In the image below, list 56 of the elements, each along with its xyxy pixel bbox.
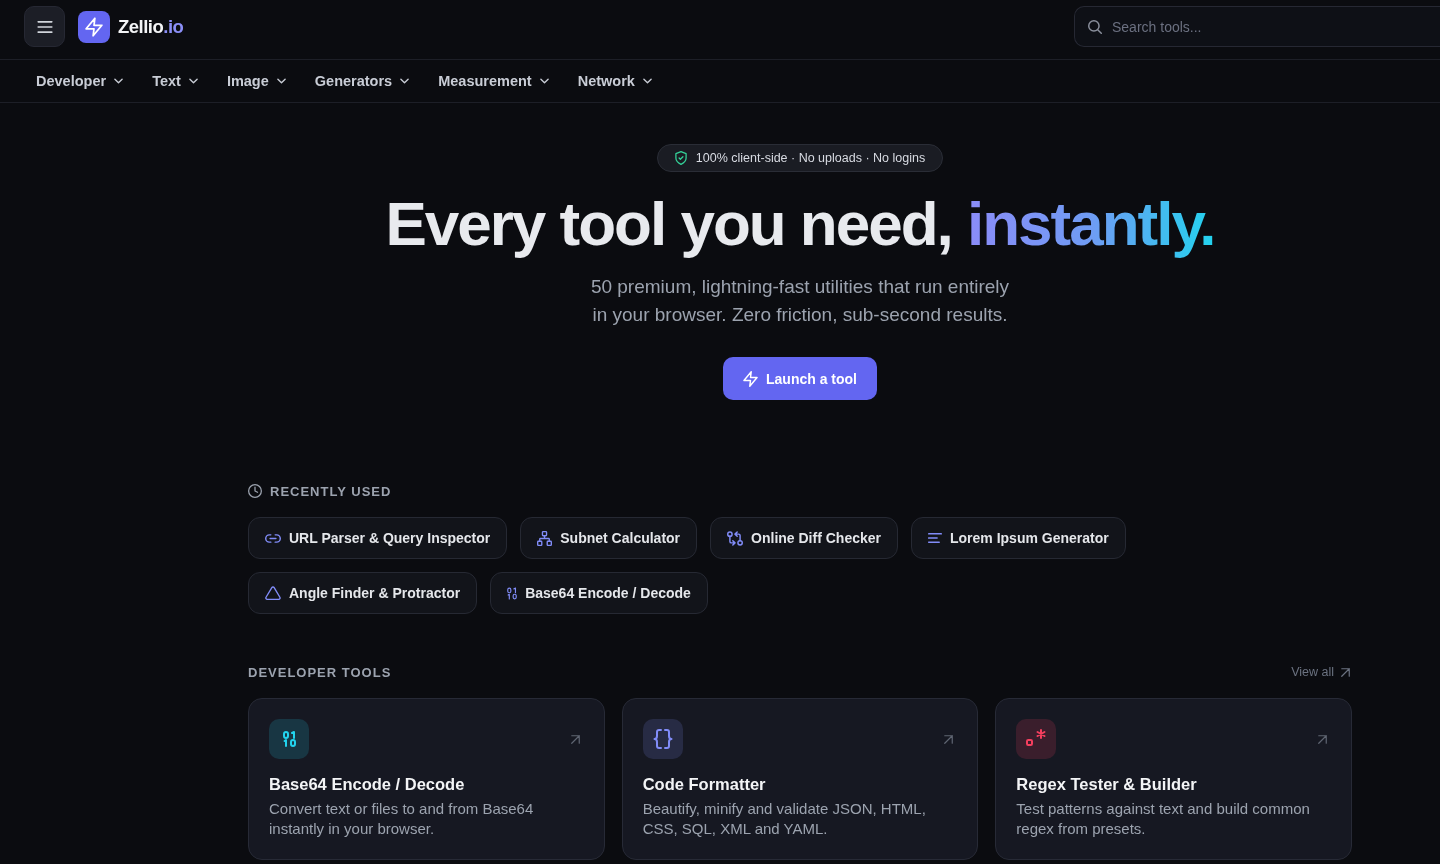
brand-name[interactable]: Zellio.io <box>118 15 184 38</box>
shield-check-icon <box>674 151 687 165</box>
lightning-icon <box>743 370 758 387</box>
nav-dropdown[interactable]: Text <box>140 65 210 97</box>
card-description: Convert text or files to and from Base64 instantly in your browser. <box>269 799 535 839</box>
search-icon <box>1088 20 1102 34</box>
nav-dropdown[interactable]: Network <box>565 65 664 97</box>
card-description: Test patterns against text and build common regex from presets. <box>1016 799 1311 839</box>
triangle-icon <box>265 586 281 600</box>
menu-button[interactable] <box>24 6 65 47</box>
chevron-down-icon <box>114 78 124 84</box>
nav-dropdown[interactable]: Image <box>214 65 298 97</box>
arrow-up-right-icon <box>570 734 580 744</box>
card-title: Base64 Encode / Decode <box>269 774 466 795</box>
regex-icon <box>1016 719 1057 759</box>
link-icon <box>265 533 281 543</box>
nav-dropdown[interactable]: Developer <box>24 65 136 97</box>
search-field[interactable]: Search tools... <box>1074 6 1440 47</box>
sitemap-icon <box>537 530 553 546</box>
recent-tool-chip[interactable]: Online Diff Checker <box>710 517 898 559</box>
view-all-link[interactable]: View all <box>1291 665 1350 679</box>
recent-tool-chip[interactable]: Lorem Ipsum Generator <box>911 517 1126 559</box>
logo-icon[interactable] <box>78 10 110 43</box>
chevron-down-icon <box>539 78 549 84</box>
chevron-down-icon <box>400 78 410 84</box>
nav-dropdown[interactable]: Measurement <box>426 65 561 97</box>
chevron-down-icon <box>642 78 652 84</box>
section-heading: DEVELOPER TOOLS <box>248 664 392 680</box>
nav-dropdown[interactable]: Generators <box>302 65 422 97</box>
text-lines-icon <box>928 533 942 543</box>
braces-icon <box>642 719 683 759</box>
recent-tool-chip[interactable]: URL Parser & Query Inspector <box>248 517 508 559</box>
section-heading: RECENTLY USED <box>270 483 392 499</box>
arrow-up-right-icon <box>1341 667 1350 677</box>
binary-icon <box>507 586 518 600</box>
clock-icon <box>248 484 262 498</box>
hero-headline: Every tool you need, instantly. <box>385 190 1215 258</box>
recent-tool-chip[interactable]: Angle Finder & Protractor <box>248 572 478 614</box>
tool-card[interactable]: Base64 Encode / Decode Convert text or files to and from Base64 instantly in your browser. <box>248 698 605 860</box>
card-title: Regex Tester & Builder <box>1016 774 1198 795</box>
recent-tool-chip[interactable]: Subnet Calculator <box>520 517 698 559</box>
hero-subtitle: 50 premium, lightning-fast utilities that run entirely in your browser. Zero friction, sub-second results. <box>589 275 1011 327</box>
privacy-note: 100% client-side · No uploads · No logins <box>695 151 926 165</box>
tool-card[interactable]: Code Formatter Beautify, minify and validate JSON, HTML, CSS, SQL, XML and YAML. <box>621 698 979 860</box>
chevron-down-icon <box>188 78 198 84</box>
menu-icon <box>36 20 53 33</box>
recent-tool-chip[interactable]: Base64 Encode / Decode <box>490 572 708 614</box>
launch-tool-button[interactable]: Launch a tool <box>723 357 877 400</box>
tool-card[interactable]: Regex Tester & Builder Test patterns against text and build common regex from presets. <box>995 698 1352 860</box>
chevron-down-icon <box>276 78 286 84</box>
arrow-up-right-icon <box>1318 734 1327 744</box>
binary-icon <box>269 719 309 759</box>
card-title: Code Formatter <box>642 774 767 795</box>
arrow-up-right-icon <box>944 734 954 744</box>
card-description: Beautify, minify and validate JSON, HTML, CSS, SQL, XML and YAML. <box>642 799 927 839</box>
compare-arrows-icon <box>727 530 744 546</box>
